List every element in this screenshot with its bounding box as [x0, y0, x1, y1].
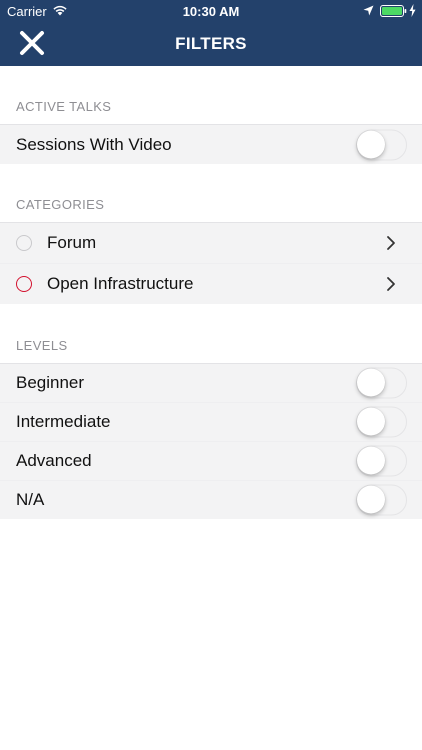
- charging-bolt-icon: [409, 4, 416, 17]
- beginner-toggle[interactable]: [356, 367, 407, 399]
- chevron-right-icon: [387, 277, 395, 291]
- nav-bar: Carrier 10:30 AM FILTERS: [0, 0, 422, 66]
- toggle-row-na: N/A: [0, 480, 422, 519]
- category-color-dot: [16, 276, 32, 292]
- category-row-open-infrastructure[interactable]: Open Infrastructure: [0, 263, 422, 304]
- status-bar: Carrier 10:30 AM: [0, 0, 422, 22]
- row-label: Forum: [47, 233, 97, 252]
- toggle-knob: [357, 368, 385, 397]
- toggle-row-intermediate: Intermediate: [0, 402, 422, 441]
- category-color-dot: [16, 235, 32, 251]
- chevron-right-icon: [387, 236, 395, 250]
- toggle-row-advanced: Advanced: [0, 441, 422, 480]
- row-label: Open Infrastructure: [47, 274, 194, 293]
- toggle-row-sessions-with-video: Sessions With Video: [0, 124, 422, 164]
- toggle-knob: [357, 485, 385, 514]
- row-label: Beginner: [16, 373, 85, 392]
- sessions-with-video-toggle[interactable]: [356, 129, 407, 160]
- battery-icon: [380, 5, 407, 17]
- row-label: Advanced: [16, 451, 92, 470]
- row-label: Sessions With Video: [16, 134, 172, 154]
- row-label: N/A: [16, 490, 45, 509]
- section-header-active-talks: ACTIVE TALKS: [16, 99, 112, 114]
- toggle-knob: [357, 130, 385, 158]
- toggle-knob: [357, 407, 385, 436]
- row-label: Intermediate: [16, 412, 111, 431]
- toggle-row-beginner: Beginner: [0, 363, 422, 402]
- na-toggle[interactable]: [356, 484, 407, 516]
- category-row-forum[interactable]: Forum: [0, 222, 422, 263]
- toggle-knob: [357, 446, 385, 475]
- advanced-toggle[interactable]: [356, 445, 407, 477]
- section-header-categories: CATEGORIES: [16, 197, 105, 212]
- intermediate-toggle[interactable]: [356, 406, 407, 438]
- page-title: FILTERS: [175, 34, 247, 53]
- clock: 10:30 AM: [182, 4, 240, 19]
- section-header-levels: LEVELS: [16, 338, 68, 353]
- location-arrow-icon: [363, 5, 374, 16]
